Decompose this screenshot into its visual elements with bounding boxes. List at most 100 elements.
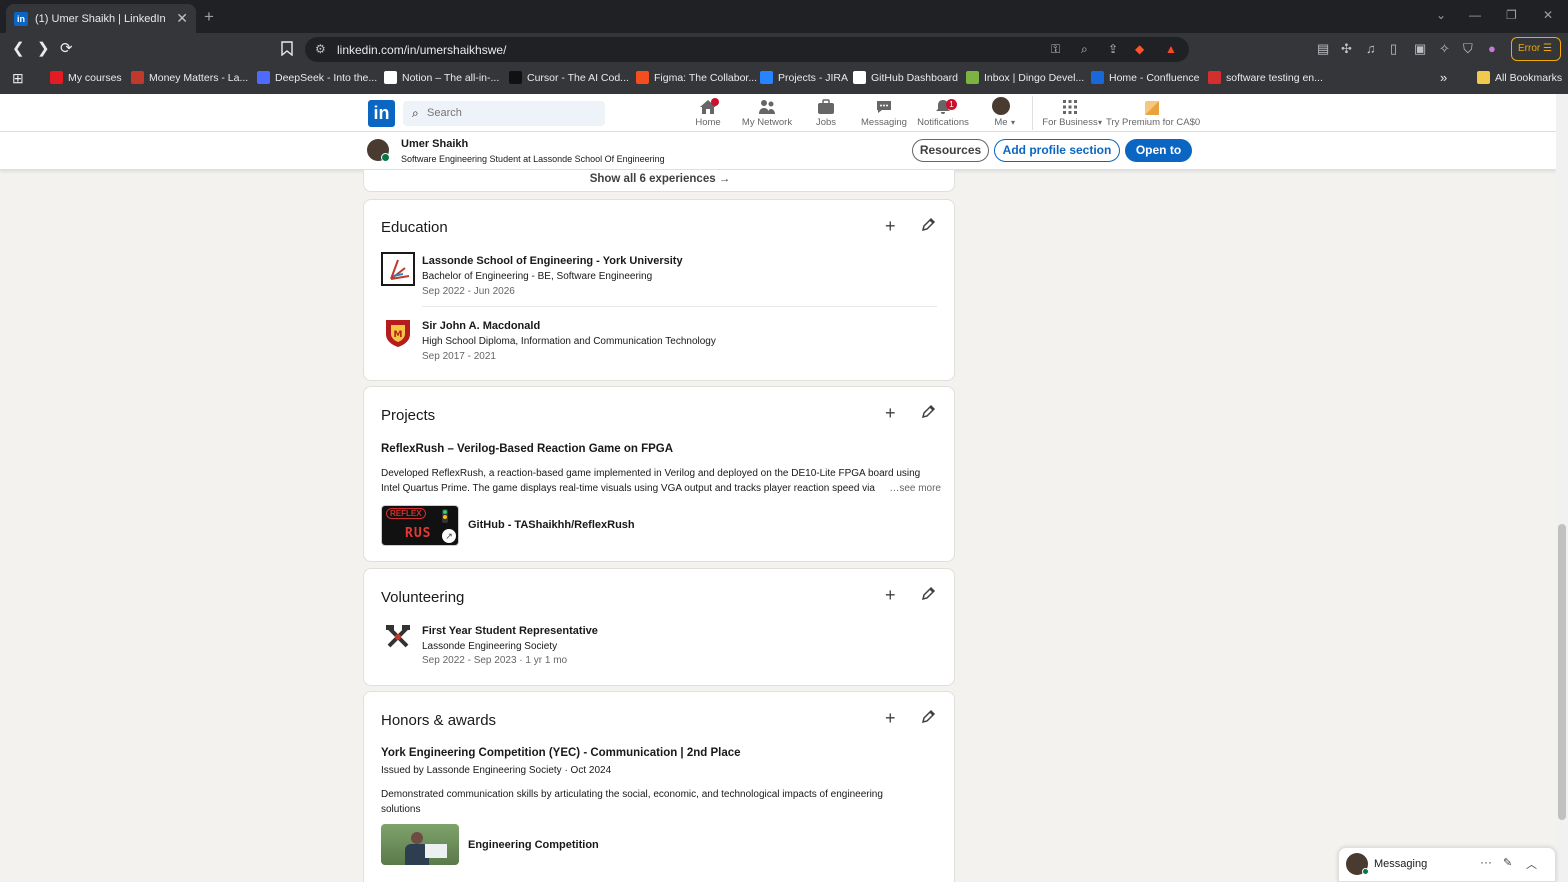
nav-label: Notifications (917, 117, 969, 128)
sidebar-icon[interactable]: ▯ (1390, 41, 1405, 56)
project-title: ReflexRush – Verilog-Based Reaction Game… (381, 443, 674, 455)
error-button[interactable]: Error ☰ (1511, 37, 1561, 61)
profile-headline: Software Engineering Student at Lassonde… (401, 154, 665, 164)
sir-john-a-macdonald-logo[interactable]: M (383, 317, 417, 351)
apps-grid-icon[interactable]: ⊞ (12, 70, 24, 87)
bookmark-icon[interactable] (281, 41, 293, 56)
vpn-shield-icon[interactable]: ⛉ (1463, 41, 1478, 56)
back-icon[interactable]: ❮ (12, 41, 25, 57)
minimize-icon[interactable]: — (1469, 8, 1481, 22)
browser-tab[interactable]: in (1) Umer Shaikh | LinkedIn ✕ (6, 4, 196, 33)
close-window-icon[interactable]: ✕ (1543, 8, 1553, 22)
project-desc-line-2: Intel Quartus Prime. The game displays r… (381, 483, 875, 494)
bookmark-item[interactable]: DeepSeek - Into the... (257, 71, 377, 84)
bookmark-item[interactable]: Notion – The all-in-... (384, 71, 499, 84)
edit-honor-icon[interactable] (921, 709, 936, 724)
add-profile-section-button[interactable]: Add profile section (994, 139, 1120, 162)
education-dates-2: Sep 2017 - 2021 (422, 351, 496, 362)
password-key-icon[interactable]: ⚿ (1051, 42, 1060, 57)
more-bookmarks-icon[interactable]: » (1440, 70, 1447, 85)
edit-volunteering-icon[interactable] (921, 586, 936, 601)
project-description: Developed ReflexRush, a reaction-based g… (381, 466, 941, 496)
forward-icon[interactable]: ❯ (37, 41, 50, 57)
all-bookmarks-label: All Bookmarks (1495, 71, 1563, 84)
nav-item-jobs[interactable]: Jobs (808, 98, 844, 128)
education-school-2[interactable]: Sir John A. Macdonald (422, 320, 540, 332)
bookmark-item[interactable]: software testing en... (1208, 71, 1323, 84)
nav-item-my-network[interactable]: My Network (738, 98, 796, 128)
open-to-button[interactable]: Open to (1125, 139, 1192, 162)
nav-item-for-business[interactable]: For Business ▾ (1036, 98, 1104, 128)
profile-icon[interactable]: ● (1488, 41, 1503, 56)
url-text[interactable]: linkedin.com/in/umershaikhswe/ (337, 43, 506, 57)
lassonde-logo[interactable] (381, 252, 415, 286)
bookmark-item[interactable]: Projects - JIRA (760, 71, 848, 84)
bookmark-item[interactable]: Home - Confluence (1091, 71, 1199, 84)
site-info-icon[interactable]: ⚙ (315, 42, 326, 56)
show-all-experiences-link[interactable]: Show all 6 experiences → (364, 173, 956, 185)
lassonde-engineering-society-logo[interactable] (383, 622, 417, 656)
see-more-link[interactable]: …see more (889, 481, 941, 496)
grid-icon (1036, 98, 1104, 115)
add-honor-icon[interactable]: + (885, 709, 896, 727)
education-school-1[interactable]: Lassonde School of Engineering - York Un… (422, 255, 683, 267)
profile-avatar[interactable] (367, 139, 390, 162)
education-degree-2: High School Diploma, Information and Com… (422, 336, 716, 347)
bookmark-item[interactable]: Money Matters - La... (131, 71, 248, 84)
nav-item-try-premium-for-ca-0[interactable]: Try Premium for CA$0 (1106, 98, 1200, 128)
bookmark-label: GitHub Dashboard (871, 71, 958, 84)
wallet-icon[interactable]: ▣ (1414, 41, 1429, 56)
bookmark-favicon-icon (636, 71, 649, 84)
search-box[interactable]: ⌕ (403, 101, 605, 126)
nav-item-notifications[interactable]: Notifications 1 (914, 98, 972, 128)
restore-icon[interactable]: ❐ (1506, 8, 1517, 22)
more-options-icon[interactable]: ··· (1480, 855, 1492, 869)
all-bookmarks[interactable]: All Bookmarks (1477, 71, 1562, 84)
scrollbar-thumb[interactable] (1558, 524, 1566, 820)
new-tab-icon[interactable]: + (204, 7, 214, 27)
extensions-puzzle-icon[interactable]: ✣ (1341, 41, 1356, 56)
chevron-up-icon[interactable]: ︿ (1526, 856, 1537, 872)
edit-education-icon[interactable] (921, 217, 936, 232)
share-icon[interactable]: ⇪ (1108, 42, 1118, 56)
bookmark-favicon-icon (50, 71, 63, 84)
sticky-profile-bar: Umer Shaikh Software Engineering Student… (0, 132, 1556, 170)
search-input[interactable] (427, 107, 587, 119)
extension-icon[interactable]: ▤ (1317, 41, 1332, 56)
project-link-label[interactable]: GitHub - TAShaikhh/ReflexRush (468, 519, 635, 531)
leo-ai-icon[interactable]: ✧ (1439, 41, 1454, 56)
nav-item-home[interactable]: Home (690, 98, 726, 128)
reload-icon[interactable]: ⟳ (60, 41, 73, 57)
address-bar[interactable]: ⚙ linkedin.com/in/umershaikhswe/ ⚿ ⌕ ⇪ ◆… (305, 37, 1189, 62)
bookmark-label: Home - Confluence (1109, 71, 1200, 84)
bookmark-favicon-icon (384, 71, 397, 84)
experience-card: Show all 6 experiences → (363, 170, 955, 192)
messaging-dock[interactable]: Messaging ··· ✎ ︿ (1338, 847, 1556, 882)
add-volunteering-icon[interactable]: + (885, 586, 896, 604)
close-tab-icon[interactable]: ✕ (176, 10, 188, 27)
education-degree-1: Bachelor of Engineering - BE, Software E… (422, 271, 653, 282)
compose-icon[interactable]: ✎ (1503, 856, 1512, 869)
award-media-label[interactable]: Engineering Competition (468, 839, 599, 851)
add-education-icon[interactable]: + (885, 217, 896, 235)
linkedin-logo[interactable]: in (368, 100, 395, 127)
award-media-thumbnail[interactable] (381, 824, 459, 865)
bookmark-item[interactable]: Cursor - The AI Cod... (509, 71, 629, 84)
brave-shields-icon[interactable]: ◆ (1135, 42, 1144, 56)
resources-button[interactable]: Resources (912, 139, 989, 162)
tab-search-icon[interactable]: ⌄ (1436, 8, 1446, 22)
bookmark-item[interactable]: Inbox | Dingo Devel... (966, 71, 1084, 84)
nav-item-me[interactable]: Me ▾ (984, 97, 1018, 128)
zoom-icon[interactable]: ⌕ (1081, 42, 1088, 57)
projects-card: Projects + ReflexRush – Verilog-Based Re… (363, 386, 955, 562)
bookmark-item[interactable]: My courses (50, 71, 122, 84)
bookmark-item[interactable]: Figma: The Collabor... (636, 71, 757, 84)
music-icon[interactable]: ♫ (1366, 41, 1381, 56)
edit-project-icon[interactable] (921, 404, 936, 419)
project-thumbnail[interactable]: REFLEX RUS ↗ (381, 505, 459, 546)
add-project-icon[interactable]: + (885, 404, 896, 422)
nav-item-messaging[interactable]: Messaging (858, 98, 910, 128)
brave-rewards-icon[interactable]: ▲ (1165, 42, 1177, 56)
bookmark-item[interactable]: GitHub Dashboard (853, 71, 958, 84)
page-scrollbar[interactable] (1556, 94, 1568, 882)
